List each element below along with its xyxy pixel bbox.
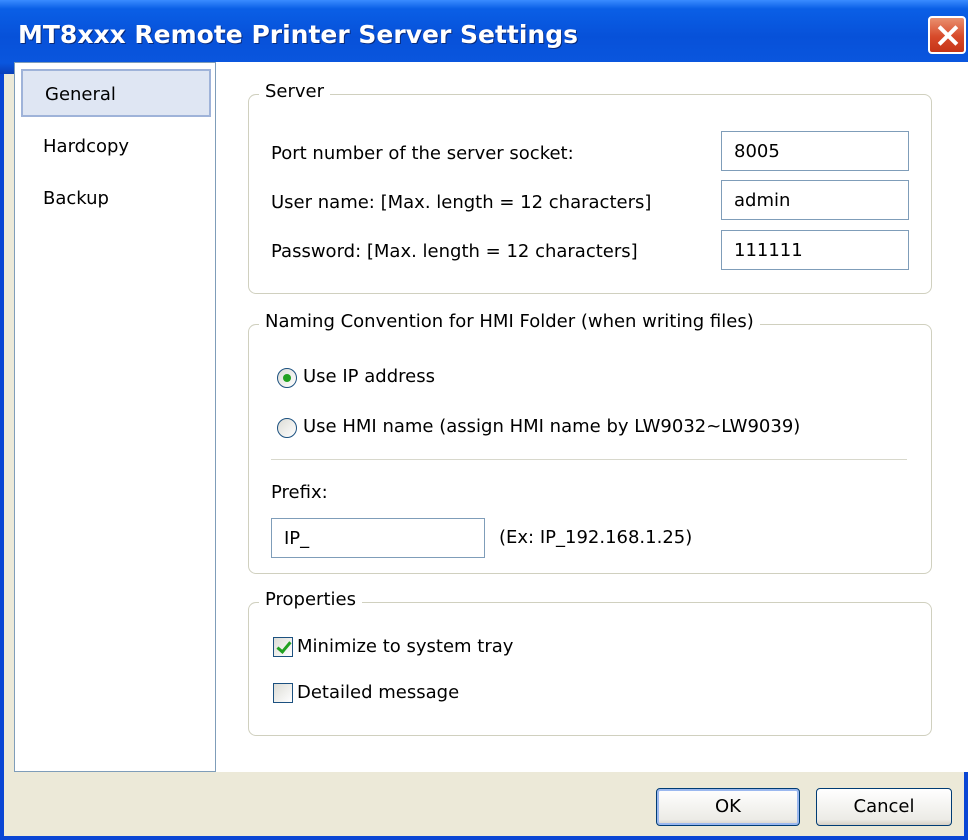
user-name-label: User name: [Max. length = 12 characters] <box>271 192 652 213</box>
minimize-to-tray-label[interactable]: Minimize to system tray <box>297 636 513 657</box>
sidebar-item-hardcopy[interactable]: Hardcopy <box>21 123 211 171</box>
general-panel: Server Port number of the server socket:… <box>216 62 968 772</box>
user-name-input[interactable]: admin <box>721 180 909 220</box>
prefix-input[interactable]: IP_ <box>271 518 485 558</box>
minimize-to-tray-checkbox[interactable] <box>273 637 293 657</box>
naming-convention-group: Naming Convention for HMI Folder (when w… <box>248 311 932 574</box>
use-hmi-name-label[interactable]: Use HMI name (assign HMI name by LW9032~… <box>303 416 800 437</box>
server-group-title: Server <box>259 81 331 102</box>
window-title: MT8xxx Remote Printer Server Settings <box>18 20 578 49</box>
prefix-example: (Ex: IP_192.168.1.25) <box>499 527 693 548</box>
port-label: Port number of the server socket: <box>271 143 574 164</box>
sidebar-item-backup[interactable]: Backup <box>21 175 211 223</box>
port-input[interactable]: 8005 <box>721 131 909 171</box>
prefix-label: Prefix: <box>271 482 328 503</box>
server-group: Server Port number of the server socket:… <box>248 81 932 294</box>
sidebar-item-label: General <box>45 84 116 105</box>
sidebar-item-general[interactable]: General <box>21 69 211 117</box>
password-input[interactable]: 111111 <box>721 230 909 270</box>
use-hmi-name-radio[interactable] <box>277 418 297 438</box>
sidebar-item-label: Backup <box>43 188 109 209</box>
sidebar-item-label: Hardcopy <box>43 136 130 157</box>
cancel-button[interactable]: Cancel <box>816 788 952 826</box>
detailed-message-label[interactable]: Detailed message <box>297 682 459 703</box>
close-icon[interactable] <box>928 16 966 54</box>
password-label: Password: [Max. length = 12 characters] <box>271 241 638 262</box>
sidebar: General Hardcopy Backup <box>14 62 216 772</box>
use-ip-label[interactable]: Use IP address <box>303 366 435 387</box>
use-ip-radio[interactable] <box>277 368 297 388</box>
naming-group-title: Naming Convention for HMI Folder (when w… <box>259 311 760 332</box>
settings-dialog: MT8xxx Remote Printer Server Settings Ge… <box>0 0 968 840</box>
properties-group: Properties Minimize to system tray Detai… <box>248 589 932 736</box>
detailed-message-checkbox[interactable] <box>273 683 293 703</box>
button-bar: OK Cancel <box>4 772 964 836</box>
ok-button[interactable]: OK <box>656 788 800 826</box>
separator <box>271 459 907 461</box>
properties-group-title: Properties <box>259 589 362 610</box>
